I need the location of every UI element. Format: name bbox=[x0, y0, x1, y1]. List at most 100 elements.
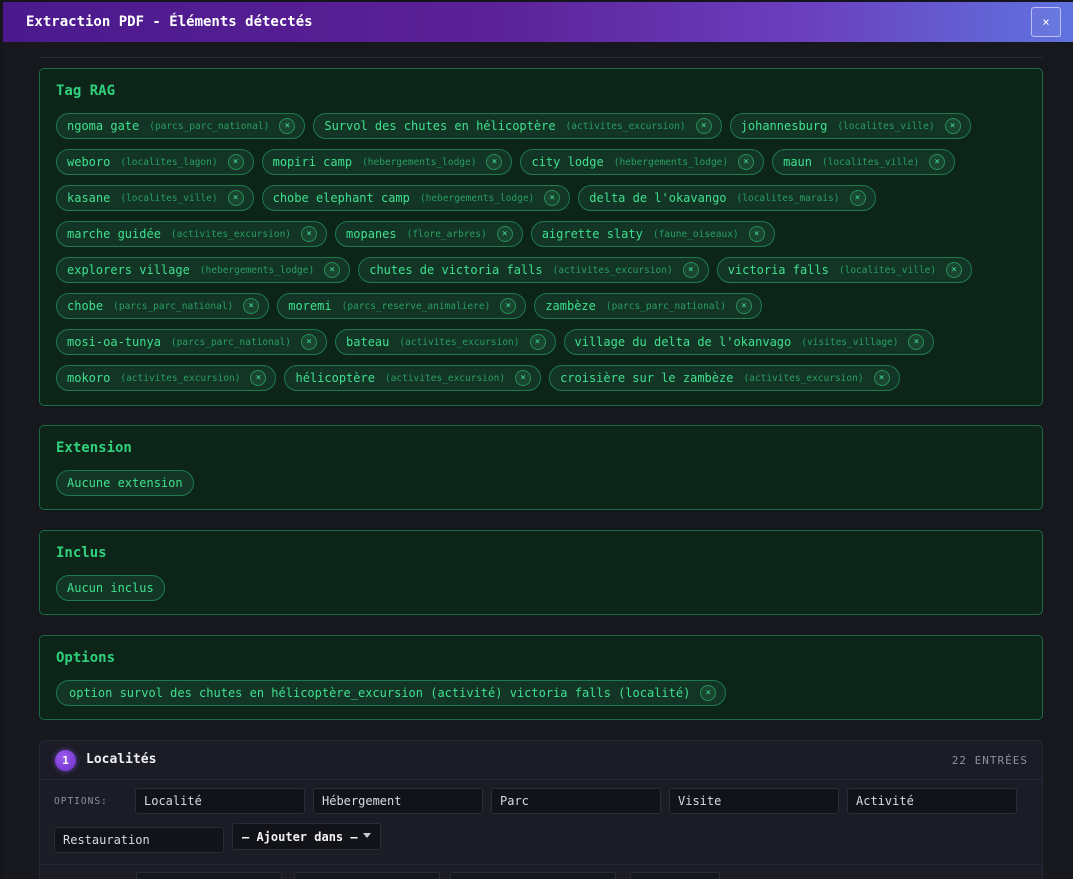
remove-icon[interactable]: × bbox=[849, 190, 866, 206]
tag-list: ngoma gate (parcs_parc_national) × Survol d… bbox=[56, 113, 1032, 391]
tag-category: (parcs_parc_national) bbox=[113, 300, 234, 312]
inclus-section: Inclus Aucun inclus bbox=[39, 530, 1043, 615]
add-to-select[interactable]: — Ajouter dans — bbox=[232, 823, 381, 850]
tag-chip: city lodge (hebergements_lodge) × bbox=[520, 149, 765, 175]
remove-icon[interactable]: × bbox=[946, 262, 963, 278]
tag-chip: village du delta de l'okanvago (visites_v… bbox=[563, 329, 935, 355]
remove-icon[interactable]: × bbox=[500, 298, 517, 314]
tag-category: (localites_ville) bbox=[120, 192, 218, 204]
section-title: Extension bbox=[56, 440, 132, 456]
remove-icon[interactable]: × bbox=[250, 370, 267, 386]
tag-label: maun bbox=[783, 155, 813, 169]
tag-chip: hélicoptère (activites_excursion) × bbox=[284, 365, 542, 391]
tag-chip: chobe elephant camp (hebergements_lodge) × bbox=[261, 185, 571, 211]
tag-category: (hebergements_lodge) bbox=[362, 156, 477, 168]
tag-label: mopanes bbox=[346, 227, 397, 241]
tag-category: (activites_excursion) bbox=[552, 264, 673, 276]
tag-label: victoria falls bbox=[727, 263, 829, 277]
tag-chip: explorers village (hebergements_lodge) × bbox=[56, 257, 351, 283]
tag-label: city lodge bbox=[531, 155, 604, 169]
tag-label: kasane bbox=[67, 191, 111, 205]
option-tag-label: option survol des chutes en hélicoptère_… bbox=[69, 686, 691, 700]
remove-icon[interactable]: × bbox=[227, 154, 244, 170]
panel-title: Localités bbox=[86, 752, 157, 767]
remove-icon[interactable]: × bbox=[301, 226, 318, 242]
remove-icon[interactable]: × bbox=[301, 334, 318, 350]
empty-extension-badge: Aucune extension bbox=[56, 470, 194, 496]
remove-icon[interactable]: × bbox=[496, 226, 513, 242]
tag-category: (activites_excursion) bbox=[384, 372, 506, 384]
remove-icon[interactable]: × bbox=[736, 298, 752, 314]
extension-section: Extension Aucune extension bbox=[39, 425, 1043, 510]
tag-label: mopiri camp bbox=[272, 155, 353, 169]
visite-input[interactable]: Visite bbox=[669, 788, 839, 814]
tag-chip: chobe (parcs_parc_national) × bbox=[56, 293, 270, 319]
remove-icon[interactable]: × bbox=[486, 154, 503, 170]
tag-label: croisière sur le zambèze bbox=[560, 371, 734, 385]
remove-icon[interactable]: × bbox=[700, 685, 717, 701]
modal-header: Extraction PDF - Éléments détectés × bbox=[3, 2, 1073, 42]
localites-panel: 1 Localités 22 ENTRÉES OPTIONS: Localité… bbox=[39, 740, 1043, 879]
remove-icon[interactable]: × bbox=[929, 154, 946, 170]
tag-category: (localites_marais) bbox=[736, 192, 840, 204]
modal-body: Tag RAG ngoma gate (parcs_parc_national) ×… bbox=[3, 42, 1073, 879]
add-to-select-label: — Ajouter dans — bbox=[242, 829, 358, 844]
tag-label: moremi bbox=[288, 299, 332, 313]
tag-label: mokoro bbox=[67, 371, 111, 385]
section-title: Inclus bbox=[56, 545, 107, 561]
tag-chip: bateau (activites_excursion) × bbox=[335, 329, 556, 355]
remove-icon[interactable]: × bbox=[544, 190, 561, 206]
entries-count: 22 ENTRÉES bbox=[951, 754, 1028, 767]
tag-category: (parcs_parc_national) bbox=[605, 300, 726, 312]
remove-icon[interactable]: × bbox=[695, 118, 712, 134]
remove-icon[interactable]: × bbox=[279, 118, 296, 134]
restauration-input[interactable]: Restauration bbox=[54, 827, 224, 853]
localite-input[interactable]: Localité bbox=[135, 788, 305, 814]
option-tag: option survol des chutes en hélicoptère_… bbox=[56, 680, 727, 706]
tag-category: (hebergements_lodge) bbox=[199, 264, 315, 276]
tag-chip: maun (localites_ville) × bbox=[772, 149, 956, 175]
tag-label: chobe elephant camp bbox=[272, 191, 410, 205]
remove-icon[interactable]: × bbox=[243, 298, 260, 314]
tag-chip: croisière sur le zambèze (activites_excur… bbox=[549, 365, 900, 391]
activite-input[interactable]: Activité bbox=[847, 788, 1017, 814]
remove-icon[interactable]: × bbox=[682, 262, 699, 278]
remove-icon[interactable]: × bbox=[873, 370, 890, 386]
close-button[interactable]: × bbox=[1031, 7, 1061, 37]
tag-chip: chutes de victoria falls (activites_excur… bbox=[358, 257, 709, 283]
tag-chip: johannesburg (localites_ville) × bbox=[729, 113, 971, 139]
tag-chip: victoria falls (localites_ville) × bbox=[716, 257, 973, 283]
tag-label: chutes de victoria falls bbox=[369, 263, 543, 277]
tag-chip: moremi (parcs_reserve_animaliere) × bbox=[277, 293, 527, 319]
row-field bbox=[450, 872, 616, 879]
section-title: Options bbox=[56, 650, 116, 666]
tag-category: (activites_excursion) bbox=[565, 120, 686, 132]
tag-chip: mokoro (activites_excursion) × bbox=[56, 365, 277, 391]
tag-label: explorers village bbox=[67, 263, 190, 277]
tag-label: bateau bbox=[346, 335, 390, 349]
tag-chip: mopanes (flore_arbres) × bbox=[335, 221, 523, 247]
remove-icon[interactable]: × bbox=[908, 334, 925, 350]
tag-chip: aigrette slaty (faune_oiseaux) × bbox=[530, 221, 775, 247]
remove-icon[interactable]: × bbox=[529, 334, 546, 350]
remove-icon[interactable]: × bbox=[944, 118, 961, 134]
remove-icon[interactable]: × bbox=[324, 262, 341, 278]
tag-chip: Survol des chutes en hélicoptère (activit… bbox=[313, 113, 722, 139]
tag-chip: kasane (localites_ville) × bbox=[56, 185, 254, 211]
tag-category: (activites_excursion) bbox=[120, 372, 241, 384]
tag-category: (parcs_reserve_animaliere) bbox=[341, 300, 491, 312]
tag-label: zambèze bbox=[545, 299, 596, 313]
remove-icon[interactable]: × bbox=[748, 226, 765, 242]
tag-label: weboro bbox=[67, 155, 111, 169]
tag-category: (flore_arbres) bbox=[406, 228, 487, 240]
remove-icon[interactable]: × bbox=[227, 190, 244, 206]
remove-icon[interactable]: × bbox=[738, 154, 755, 170]
tag-category: (activites_excursion) bbox=[399, 336, 520, 348]
parc-input[interactable]: Parc bbox=[491, 788, 661, 814]
options-section: Options option survol des chutes en héli… bbox=[39, 635, 1043, 720]
tag-label: johannesburg bbox=[740, 119, 828, 133]
remove-icon[interactable]: × bbox=[515, 370, 532, 386]
tag-chip: delta de l'okavango (localites_marais) × bbox=[578, 185, 876, 211]
tag-category: (visites_village) bbox=[801, 336, 899, 348]
hebergement-input[interactable]: Hébergement bbox=[313, 788, 483, 814]
